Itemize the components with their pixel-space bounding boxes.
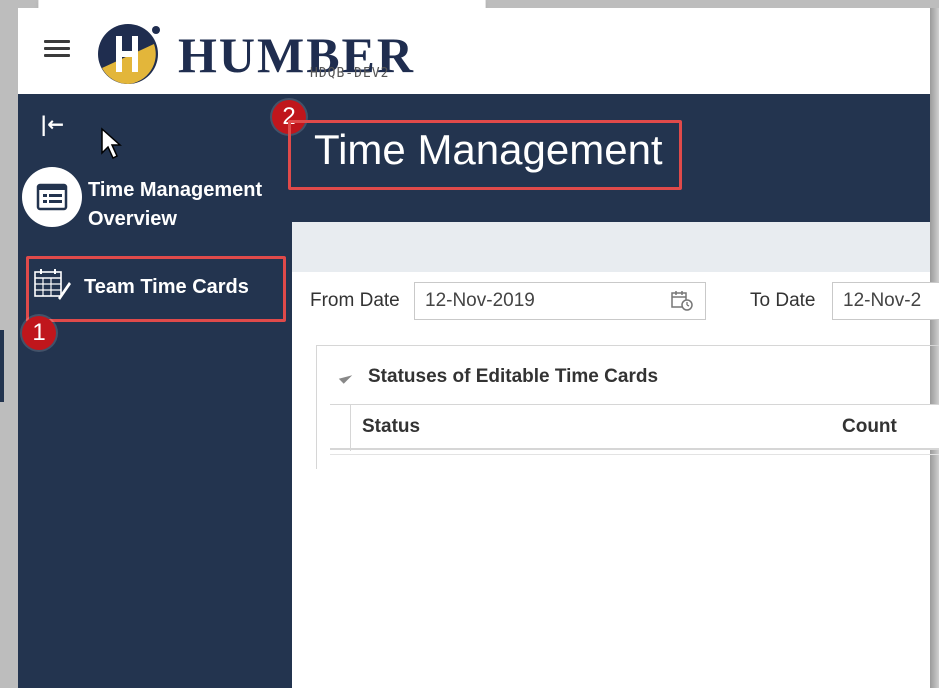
hamburger-menu-icon[interactable] <box>44 40 70 60</box>
date-picker-icon[interactable] <box>670 290 694 317</box>
table-divider <box>330 454 939 455</box>
table-gutter <box>350 405 351 451</box>
time-management-overview-icon[interactable] <box>22 167 82 227</box>
environment-label: HDQB-DEV2 <box>310 66 390 81</box>
column-header-status[interactable]: Status <box>362 416 420 438</box>
window-edge-stub <box>0 330 4 402</box>
panel-title[interactable]: Statuses of Editable Time Cards <box>368 366 658 388</box>
collapse-sidebar-icon[interactable]: |← <box>40 112 64 136</box>
sidebar-item-team-time-cards[interactable]: Team Time Cards <box>84 276 249 299</box>
from-date-label: From Date <box>310 290 400 311</box>
page-title: Time Management <box>314 126 663 173</box>
to-date-label: To Date <box>750 290 816 311</box>
calendar-grid-icon[interactable] <box>32 268 72 307</box>
content-toolbar <box>292 222 930 272</box>
sidebar-item-time-management-overview[interactable]: Time Management Overview <box>88 176 288 234</box>
humber-logo-icon <box>94 22 164 86</box>
mouse-cursor-icon <box>100 127 124 166</box>
to-date-input[interactable]: 12-Nov-2 <box>832 282 939 320</box>
column-header-count[interactable]: Count <box>842 416 897 438</box>
callout-badge-1: 1 <box>22 316 56 350</box>
from-date-input[interactable]: 12-Nov-2019 <box>414 282 706 320</box>
